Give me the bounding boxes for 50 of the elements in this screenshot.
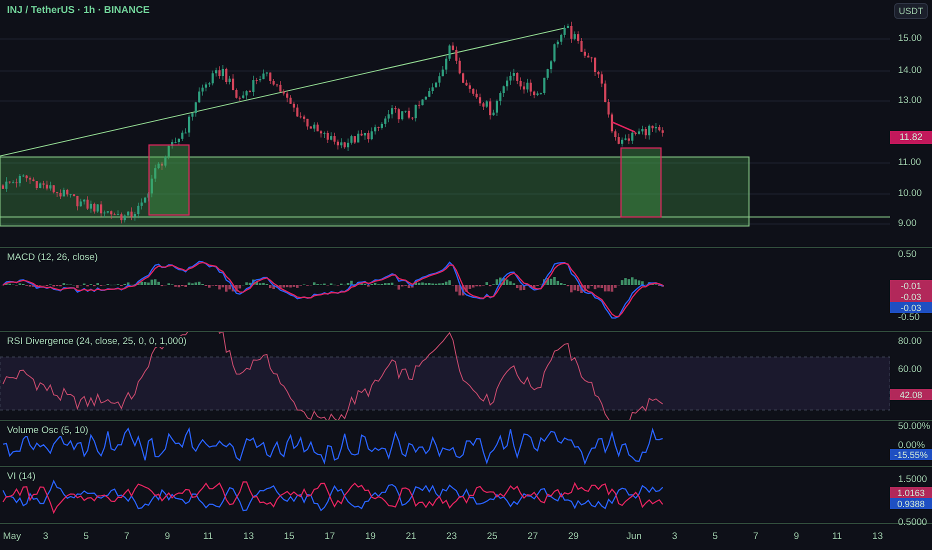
axis-label: 14.00 [898, 65, 922, 76]
axis-label: -0.50 [898, 312, 920, 323]
time-label: 25 [486, 531, 498, 542]
time-label: 11 [832, 531, 842, 542]
axis-label: 60.00 [898, 364, 922, 375]
indicator-legend: VI (14) [5, 471, 38, 482]
time-label: 13 [243, 531, 254, 542]
value-badge: -15.55% [890, 449, 932, 460]
value-badge: 42.08 [890, 389, 932, 400]
time-label: 9 [794, 531, 800, 542]
value-badge: -0.01 [890, 280, 932, 291]
time-label: 3 [672, 531, 678, 542]
price-badge: 11.82 [890, 131, 932, 144]
axis-label: 15.00 [898, 33, 922, 44]
value-badge: -0.03 [890, 291, 932, 302]
time-label: 19 [365, 531, 376, 542]
axis-label: 1.5000 [898, 474, 928, 485]
time-label: 29 [568, 531, 579, 542]
indicator-legend: MACD (12, 26, close) [5, 252, 100, 263]
axis-label: 0.5000 [898, 517, 928, 528]
axis-label: 13.00 [898, 95, 922, 106]
time-label: 27 [528, 531, 538, 542]
time-label: 7 [753, 531, 758, 542]
time-label: 15 [284, 531, 294, 542]
value-badge: 0.9388 [890, 498, 932, 509]
time-label: Jun [626, 531, 642, 542]
axis-label: 10.00 [898, 188, 922, 199]
indicator-legend: Volume Osc (5, 10) [5, 425, 90, 436]
time-label: 7 [124, 531, 130, 542]
symbol-title: INJ / TetherUS · 1h · BINANCE [5, 5, 152, 16]
time-label: 9 [164, 531, 170, 542]
value-badge: -0.03 [890, 302, 932, 313]
time-label: 23 [446, 531, 457, 542]
currency-button[interactable]: USDT [894, 3, 928, 19]
time-label: 21 [406, 531, 416, 542]
time-label: May [3, 531, 21, 542]
value-badge: 1.0163 [890, 487, 932, 498]
axis-label: 9.00 [898, 218, 916, 229]
time-label: 17 [324, 531, 336, 542]
axis-label: 11.00 [898, 157, 922, 168]
axis-label: 0.00% [898, 440, 925, 451]
axis-label: 0.50 [898, 249, 916, 260]
axis-label: 80.00 [898, 336, 922, 347]
time-label: 13 [872, 531, 883, 542]
time-label: 11 [203, 531, 213, 542]
axis-label: 50.00% [898, 421, 930, 432]
time-label: 3 [42, 531, 48, 542]
indicator-legend: RSI Divergence (24, close, 25, 0, 0, 1,000) [5, 336, 189, 347]
time-label: 5 [712, 531, 718, 542]
time-label: 5 [84, 531, 89, 542]
